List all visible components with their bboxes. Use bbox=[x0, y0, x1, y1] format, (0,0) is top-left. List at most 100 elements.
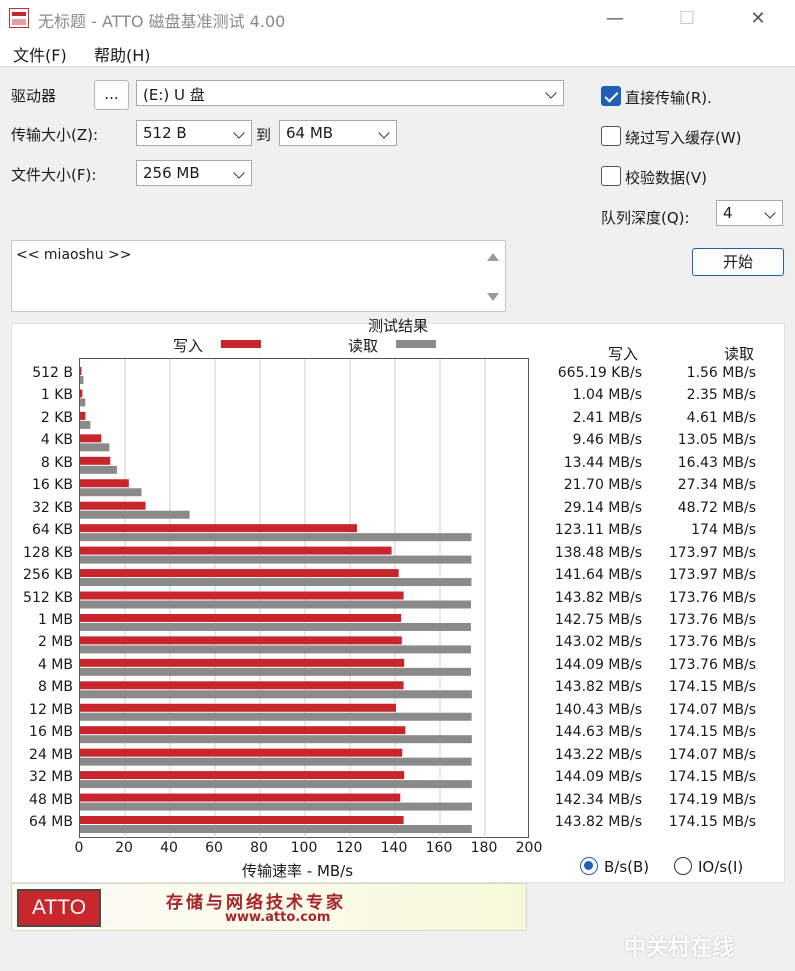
chart-plot-area bbox=[79, 358, 529, 839]
read-speed-value: 173.97 MB/s bbox=[668, 544, 756, 561]
x-tick-label: 200 bbox=[515, 840, 543, 856]
read-bar bbox=[80, 420, 91, 429]
write-bar bbox=[80, 456, 111, 465]
write-speed-value: 141.64 MB/s bbox=[554, 567, 642, 584]
row-size-label: 1 MB bbox=[37, 611, 73, 628]
bytes-per-second-radio[interactable] bbox=[580, 857, 598, 875]
io-per-second-radio[interactable] bbox=[674, 857, 692, 875]
write-bar bbox=[80, 793, 401, 802]
menu-help[interactable]: 帮助(H) bbox=[94, 42, 151, 66]
read-bar bbox=[80, 510, 190, 519]
file-size-value: 256 MB bbox=[143, 164, 200, 182]
write-bar bbox=[80, 636, 402, 645]
verify-data-checkbox[interactable] bbox=[601, 166, 621, 186]
read-bar bbox=[80, 645, 471, 654]
close-button[interactable]: ✕ bbox=[735, 0, 781, 37]
read-bar bbox=[80, 465, 117, 474]
x-tick-label: 60 bbox=[205, 840, 223, 856]
row-size-label: 16 MB bbox=[29, 724, 73, 741]
read-bar bbox=[80, 533, 472, 542]
write-bar bbox=[80, 658, 405, 667]
column-header-write: 写入 bbox=[608, 345, 639, 363]
scroll-up-icon[interactable] bbox=[487, 253, 499, 261]
row-size-label: 48 MB bbox=[29, 791, 73, 808]
row-size-label: 32 KB bbox=[31, 499, 73, 516]
write-speed-value: 21.70 MB/s bbox=[563, 477, 642, 494]
read-speed-value: 1.56 MB/s bbox=[686, 365, 756, 381]
atto-app-icon bbox=[9, 8, 29, 28]
read-speed-value: 174.15 MB/s bbox=[668, 814, 756, 830]
read-speed-value: 48.72 MB/s bbox=[677, 499, 756, 516]
x-tick-label: 140 bbox=[380, 840, 408, 856]
write-bar bbox=[80, 569, 399, 578]
queue-depth-value: 4 bbox=[723, 204, 733, 222]
legend-read-swatch bbox=[396, 340, 436, 348]
read-speed-value: 174 MB/s bbox=[691, 522, 756, 539]
write-bar bbox=[80, 816, 404, 824]
write-speed-value: 143.82 MB/s bbox=[554, 589, 642, 606]
read-bar bbox=[80, 443, 110, 452]
start-button[interactable]: 开始 bbox=[692, 248, 784, 276]
row-size-label: 12 MB bbox=[29, 701, 73, 718]
transfer-size-from-select[interactable]: 512 B bbox=[136, 120, 252, 146]
window-title: 无标题 - ATTO 磁盘基准测试 4.00 bbox=[38, 12, 286, 31]
to-label: 到 bbox=[256, 126, 272, 144]
read-speed-value: 2.35 MB/s bbox=[686, 387, 756, 404]
chevron-down-icon bbox=[233, 167, 245, 179]
queue-depth-label: 队列深度(Q): bbox=[601, 209, 690, 227]
write-bar bbox=[80, 726, 406, 735]
read-bar bbox=[80, 376, 84, 384]
chevron-down-icon bbox=[378, 127, 390, 139]
row-size-label: 24 MB bbox=[29, 746, 73, 763]
transfer-size-to-select[interactable]: 64 MB bbox=[279, 120, 397, 146]
row-size-label: 16 KB bbox=[31, 477, 73, 494]
write-speed-value: 138.48 MB/s bbox=[554, 544, 642, 561]
read-bar bbox=[80, 622, 471, 631]
write-speed-value: 143.82 MB/s bbox=[554, 814, 642, 830]
transfer-size-label: 传输大小(Z): bbox=[11, 126, 99, 144]
drive-label: 驱动器 bbox=[11, 87, 57, 105]
write-bar bbox=[80, 748, 403, 757]
drive-select[interactable]: (E:) U 盘 bbox=[136, 80, 564, 106]
read-speed-value: 173.76 MB/s bbox=[668, 611, 756, 628]
write-speed-value: 144.09 MB/s bbox=[554, 656, 642, 673]
file-size-select[interactable]: 256 MB bbox=[136, 160, 252, 186]
write-bar bbox=[80, 501, 146, 510]
read-speed-value: 173.76 MB/s bbox=[668, 589, 756, 606]
maximize-button[interactable]: ☐ bbox=[664, 0, 710, 37]
scroll-down-icon[interactable] bbox=[487, 293, 499, 301]
write-bar bbox=[80, 524, 357, 533]
write-speed-value: 143.82 MB/s bbox=[554, 679, 642, 696]
x-tick-label: 20 bbox=[115, 840, 133, 856]
chevron-down-icon bbox=[764, 207, 776, 219]
write-bar bbox=[80, 411, 86, 420]
menu-file[interactable]: 文件(F) bbox=[13, 42, 67, 66]
row-size-label: 4 MB bbox=[37, 656, 73, 673]
chevron-down-icon bbox=[545, 87, 557, 99]
read-speed-value: 27.34 MB/s bbox=[677, 477, 756, 494]
description-textarea[interactable]: << miaoshu >> bbox=[11, 240, 506, 312]
row-size-label: 8 KB bbox=[40, 454, 73, 471]
row-size-label: 2 KB bbox=[40, 409, 73, 426]
read-bar bbox=[80, 735, 472, 744]
row-size-label: 512 B bbox=[32, 365, 73, 381]
atto-logo: ATTO bbox=[17, 889, 101, 927]
file-size-label: 文件大小(F): bbox=[11, 166, 97, 184]
write-bar bbox=[80, 367, 82, 375]
read-speed-value: 13.05 MB/s bbox=[677, 432, 756, 449]
x-tick-label: 120 bbox=[335, 840, 363, 856]
browse-button[interactable]: ... bbox=[94, 80, 129, 110]
x-tick-label: 100 bbox=[290, 840, 318, 856]
row-size-label: 512 KB bbox=[23, 589, 73, 606]
direct-io-checkbox[interactable] bbox=[601, 86, 621, 106]
bypass-write-cache-checkbox[interactable] bbox=[601, 126, 621, 146]
watermark-text: 中关村在线 bbox=[624, 936, 735, 961]
read-bar bbox=[80, 712, 472, 721]
minimize-button[interactable]: — bbox=[592, 0, 638, 37]
write-speed-value: 143.22 MB/s bbox=[554, 746, 642, 763]
write-speed-value: 2.41 MB/s bbox=[572, 409, 642, 426]
queue-depth-select[interactable]: 4 bbox=[716, 200, 783, 226]
row-size-label: 128 KB bbox=[23, 544, 73, 561]
read-bar bbox=[80, 825, 472, 833]
write-speed-value: 29.14 MB/s bbox=[563, 499, 642, 516]
